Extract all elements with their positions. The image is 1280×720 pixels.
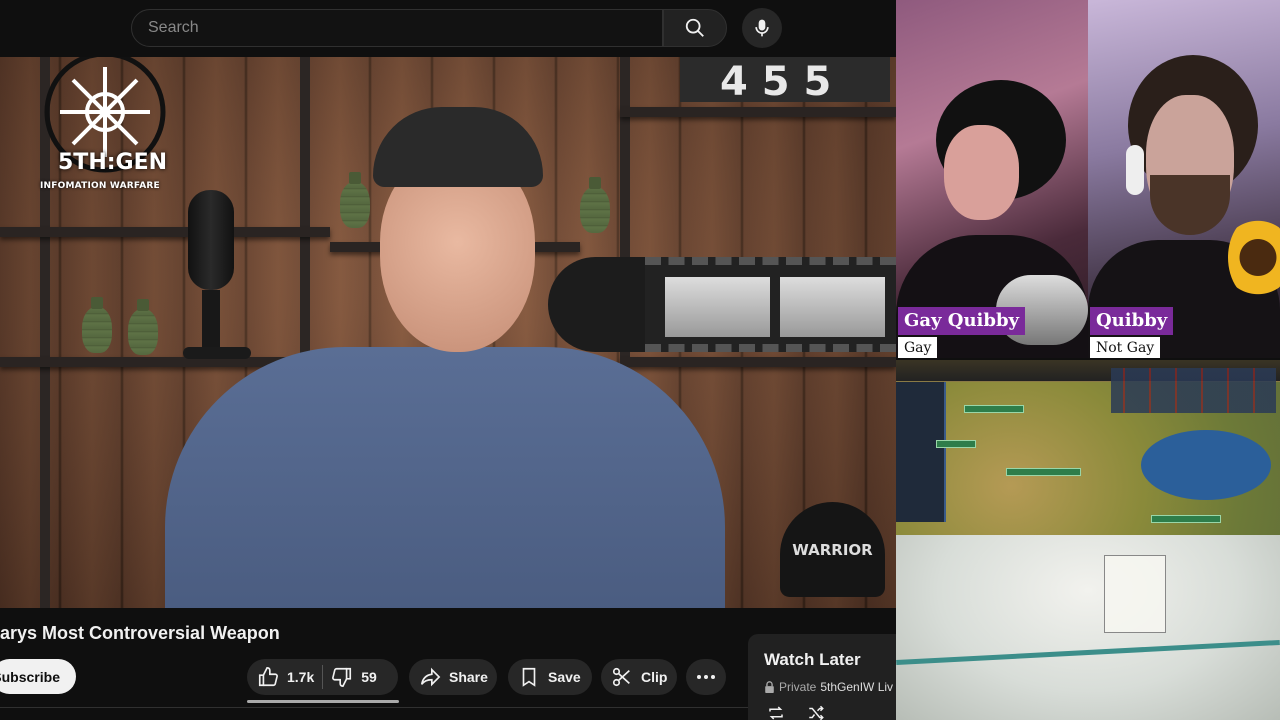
sunflower-prop — [1228, 215, 1280, 300]
headphone — [1126, 145, 1144, 195]
shelf — [620, 357, 896, 367]
playlist-controls — [766, 704, 826, 720]
search-input[interactable] — [148, 19, 662, 37]
studio-microphone — [188, 190, 234, 350]
like-count: 1.7k — [287, 669, 315, 685]
like-ratio-bar — [247, 700, 399, 703]
grenade-prop — [128, 299, 158, 355]
webcam-quibby: Quibby Not Gay — [1088, 0, 1280, 358]
subscribe-button[interactable]: Subscribe — [0, 659, 76, 694]
mic-icon — [755, 19, 769, 37]
microphone-base — [183, 347, 251, 359]
shelf — [0, 227, 330, 237]
presenter-body — [165, 347, 725, 608]
search-icon — [685, 18, 704, 37]
clip-label: Clip — [641, 669, 668, 685]
film-frame — [780, 277, 885, 337]
tile-tooltip — [1104, 555, 1166, 633]
game-capture-map — [896, 360, 1280, 720]
search-box[interactable] — [131, 9, 663, 47]
dislike-button[interactable]: 59 — [331, 659, 377, 695]
city-banner — [1006, 468, 1081, 476]
chaos-star-icon — [60, 67, 150, 157]
warrior-cap-prop: WARRIOR — [780, 502, 885, 597]
flip-clock-digits: 4 5 5 — [720, 59, 832, 105]
film-strip — [645, 257, 896, 352]
cap-text: WARRIOR — [792, 540, 873, 559]
more-actions-button[interactable] — [686, 659, 726, 695]
save-label: Save — [548, 669, 581, 685]
like-button[interactable]: 1.7k — [247, 659, 314, 695]
playlist-privacy: Private — [779, 680, 817, 694]
more-icon — [697, 675, 715, 679]
dislike-icon — [332, 667, 352, 687]
cam2-name-tag: Quibby — [1090, 307, 1174, 335]
save-button[interactable]: Save — [508, 659, 592, 695]
film-frame — [665, 277, 770, 337]
like-dislike-group: 1.7k 59 — [247, 659, 398, 695]
loop-icon[interactable] — [766, 704, 786, 720]
dislike-count: 59 — [361, 669, 377, 685]
city-banner — [1151, 515, 1221, 523]
shelf — [620, 107, 896, 117]
channel-logo-name: 5TH:GEN — [58, 150, 168, 175]
map-lake — [1141, 430, 1271, 500]
clip-icon — [612, 667, 630, 687]
share-button[interactable]: Share — [409, 659, 497, 695]
channel-logo-tagline: INFOMATION WARFARE — [40, 181, 160, 191]
cam2-sub-tag: Not Gay — [1090, 337, 1161, 358]
shelf-post — [300, 57, 310, 377]
watch-later-playlist-card[interactable]: Watch Later Private 5thGenIW Liv — [748, 634, 896, 720]
share-icon — [420, 667, 441, 687]
grenade-prop — [82, 297, 112, 353]
lock-icon — [765, 681, 774, 693]
youtube-player-area: 4 5 5 WARRIOR — [0, 0, 896, 720]
webcam-gay-quibby: Gay Quibby Gay — [896, 0, 1088, 358]
divider — [322, 665, 324, 689]
share-label: Share — [449, 669, 488, 685]
playlist-owner[interactable]: 5thGenIW Liv — [820, 680, 893, 694]
like-icon — [258, 667, 278, 687]
unit-stack-panel — [1111, 368, 1276, 413]
search-button[interactable] — [663, 9, 727, 47]
clip-button[interactable]: Clip — [601, 659, 677, 695]
streamer-face — [944, 125, 1019, 220]
streamer-beard — [1150, 175, 1230, 235]
city-banner — [964, 405, 1024, 413]
shuffle-icon[interactable] — [806, 704, 826, 720]
voice-search-button[interactable] — [742, 8, 782, 48]
save-icon — [522, 667, 536, 687]
game-side-panel — [896, 382, 946, 522]
city-banner — [936, 440, 976, 448]
video-player[interactable]: 4 5 5 WARRIOR 5TH:GEN INFOMATION WARFARE — [0, 57, 896, 608]
map-tundra — [896, 535, 1280, 720]
playlist-meta: Private 5thGenIW Liv — [764, 680, 896, 694]
video-title[interactable]: arys Most Controversial Weapon — [0, 623, 280, 644]
flip-clock: 4 5 5 — [680, 57, 890, 105]
cam1-name-tag: Gay Quibby — [898, 307, 1025, 335]
playlist-title[interactable]: Watch Later — [764, 650, 896, 670]
cam1-sub-tag: Gay — [898, 337, 938, 358]
grenade-prop — [340, 172, 370, 228]
grenade-prop — [580, 177, 610, 233]
